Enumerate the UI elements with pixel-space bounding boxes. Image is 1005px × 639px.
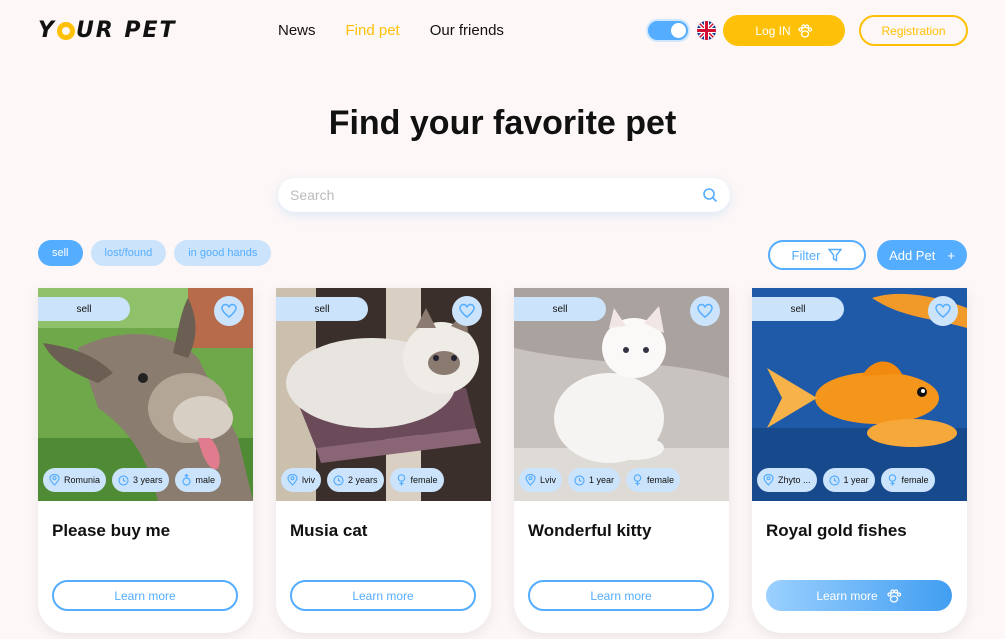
learn-more-button[interactable]: Learn more: [290, 580, 476, 611]
registration-button[interactable]: Registration: [859, 15, 968, 46]
heart-icon: [935, 303, 951, 318]
learn-more-button[interactable]: Learn more: [52, 580, 238, 611]
clock-icon: [574, 474, 585, 486]
location-icon: [49, 474, 60, 486]
location-text: Lviv: [540, 475, 557, 485]
category-badge: sell: [38, 297, 130, 321]
location-text: Romunia: [64, 475, 101, 485]
age-text: 2 years: [348, 475, 378, 485]
main-nav: News Find pet Our friends: [278, 22, 504, 39]
uk-flag-icon[interactable]: [697, 21, 716, 40]
female-icon: [397, 474, 405, 486]
sex-text: female: [410, 475, 438, 485]
favorite-button[interactable]: [452, 296, 482, 326]
location-icon: [763, 474, 774, 486]
location-text: lviv: [302, 475, 315, 485]
category-badge: sell: [752, 297, 844, 321]
filter-label: Filter: [791, 247, 821, 263]
age-pill: 3 years: [112, 468, 169, 492]
login-button[interactable]: Log IN: [723, 15, 845, 46]
location-pill: Romunia: [43, 468, 107, 492]
sex-pill: male: [174, 468, 222, 492]
favorite-button[interactable]: [690, 296, 720, 326]
toggle-knob: [671, 23, 686, 38]
age-pill: 1 year: [822, 468, 875, 492]
category-badge: sell: [514, 297, 606, 321]
nav-news[interactable]: News: [278, 22, 316, 39]
sex-text: male: [195, 475, 216, 485]
location-icon: [287, 474, 298, 486]
pet-card: sell Zhyto ... 1 year female Royal gold …: [752, 288, 967, 633]
age-pill: 1 year: [568, 468, 621, 492]
logo[interactable]: Y UR PET: [38, 18, 177, 43]
learn-more-button[interactable]: Learn more: [766, 580, 952, 611]
location-pill: Zhyto ...: [757, 468, 817, 492]
pet-info-row: lviv 2 years female: [281, 468, 444, 492]
page-title: Find your favorite pet: [328, 104, 677, 142]
sex-text: female: [901, 475, 929, 485]
age-pill: 2 years: [327, 468, 384, 492]
logo-text-end: UR PET: [75, 18, 177, 43]
pet-name: Please buy me: [52, 521, 171, 540]
pet-info-row: Romunia 3 years male: [43, 468, 222, 492]
pet-name: Royal gold fishes: [766, 521, 907, 540]
search-icon[interactable]: [702, 187, 718, 203]
sex-pill: female: [626, 468, 681, 492]
search-input[interactable]: [290, 187, 702, 203]
pet-info-row: Lviv 1 year female: [519, 468, 681, 492]
pet-info-row: Zhyto ... 1 year female: [757, 468, 935, 492]
clock-icon: [118, 474, 129, 486]
clock-icon: [333, 474, 344, 486]
chip-lost-found[interactable]: lost/found: [90, 240, 167, 266]
add-pet-label: Add Pet: [889, 247, 936, 263]
sex-pill: female: [389, 468, 444, 492]
pet-card: sell lviv 2 years female Musia cat Learn…: [276, 288, 491, 633]
pet-card: sell Lviv 1 year female Wonderful kitty …: [514, 288, 729, 633]
header: Y UR PET News Find pet Our friends Log I…: [0, 0, 1005, 62]
heart-icon: [459, 303, 475, 318]
category-badge: sell: [276, 297, 368, 321]
female-icon: [888, 474, 896, 486]
nav-find-pet[interactable]: Find pet: [346, 22, 400, 39]
chip-in-good-hands[interactable]: in good hands: [174, 240, 272, 266]
learn-more-label: Learn more: [816, 588, 878, 603]
age-text: 1 year: [589, 475, 615, 485]
favorite-button[interactable]: [214, 296, 244, 326]
sex-text: female: [647, 475, 675, 485]
heart-icon: [697, 303, 713, 318]
clock-icon: [828, 474, 840, 486]
location-pill: Lviv: [519, 468, 563, 492]
male-icon: [181, 474, 191, 486]
login-label: Log IN: [755, 23, 791, 38]
nav-our-friends[interactable]: Our friends: [430, 22, 504, 39]
female-icon: [633, 474, 642, 486]
logo-paw-icon: [56, 21, 75, 40]
filter-button[interactable]: Filter: [768, 240, 866, 270]
pet-name: Wonderful kitty: [528, 521, 652, 540]
chip-sell[interactable]: sell: [38, 240, 83, 266]
category-chips: sell lost/found in good hands: [38, 240, 272, 266]
pet-name: Musia cat: [290, 521, 368, 540]
search-bar: [278, 178, 730, 212]
age-text: 3 years: [133, 475, 163, 485]
location-icon: [525, 474, 536, 486]
theme-toggle[interactable]: [646, 19, 690, 42]
age-text: 1 year: [843, 475, 869, 485]
paw-icon: [798, 23, 812, 38]
filter-icon: [828, 248, 843, 262]
pet-card: sell Romunia 3 years male Please buy me …: [38, 288, 253, 633]
location-pill: lviv: [281, 468, 321, 492]
paw-icon: [887, 588, 901, 603]
sex-pill: female: [880, 468, 935, 492]
heart-icon: [221, 303, 237, 318]
learn-more-button[interactable]: Learn more: [528, 580, 714, 611]
location-text: Zhyto ...: [778, 475, 811, 485]
plus-icon: +: [947, 247, 955, 263]
logo-text-start: Y: [38, 18, 56, 43]
favorite-button[interactable]: [928, 296, 958, 326]
add-pet-button[interactable]: Add Pet +: [877, 240, 967, 270]
